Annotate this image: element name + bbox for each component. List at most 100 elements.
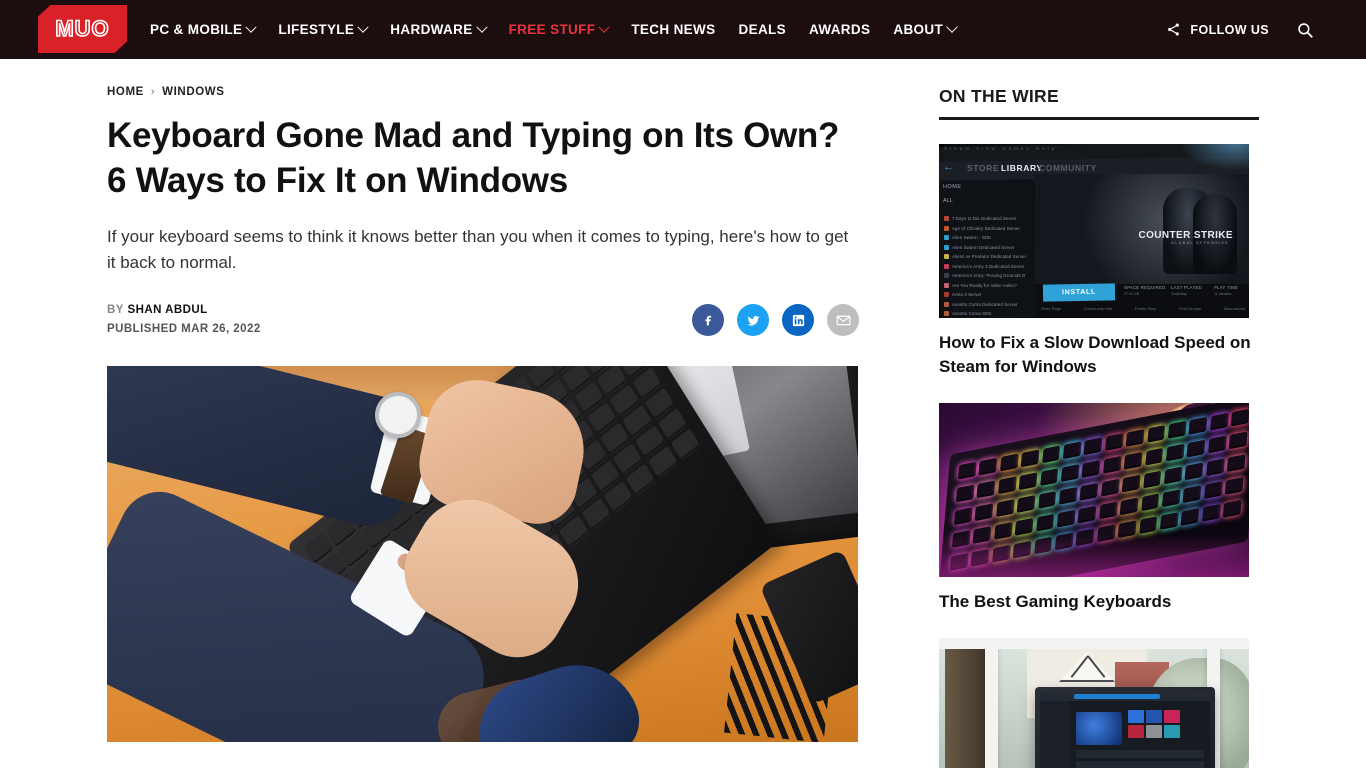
sidebar-thumbnail-laptop[interactable] [939,638,1249,768]
breadcrumb-home[interactable]: HOME [107,86,144,98]
by-label: BY [107,304,124,316]
article-column: HOME › WINDOWS Keyboard Gone Mad and Typ… [107,86,859,768]
steam-game-row: Age of Chivalry Dedicated Server [944,224,1036,234]
follow-us-label: FOLLOW US [1190,22,1269,37]
linkedin-icon [792,314,804,326]
keycap [1041,445,1061,464]
share-facebook-button[interactable] [692,304,724,336]
nav-item-about[interactable]: ABOUT [893,21,958,37]
tree-trunk [945,638,989,768]
published-date: PUBLISHED MAR 26, 2022 [107,323,261,335]
keycap [1209,412,1229,431]
keycap [1222,499,1242,518]
nav-item-deals[interactable]: DEALS [738,22,786,37]
keycap [1207,435,1227,454]
keycap [1102,455,1122,474]
steam-tab-store: STORE [967,163,1000,173]
sidebar-thumbnail-keyboard[interactable] [939,403,1249,577]
game-icon [944,254,949,260]
steam-game-row: Are You Ready for Valve Index? [944,281,1036,291]
nav-item-hardware[interactable]: HARDWARE [390,21,488,37]
list-item[interactable]: Steam View Games Help ← STORE LIBRARY CO… [939,144,1259,379]
nav-label: TECH NEWS [631,22,716,37]
keycap [1184,462,1204,481]
steam-game-subtitle: GLOBAL OFFENSIVE [1170,241,1229,245]
sidebar-thumbnail-steam[interactable]: Steam View Games Help ← STORE LIBRARY CO… [939,144,1249,318]
keycap [1228,431,1248,450]
game-name: Alien Swarm Dedicated Server [952,244,1015,250]
steam-stat-value-played: Yesterday [1171,292,1187,296]
keycap [1081,459,1101,478]
keycap [1159,512,1179,530]
twitter-icon [746,315,760,326]
game-name: 7 Days to Die Dedicated Server [952,216,1017,222]
share-email-button[interactable] [827,304,859,336]
laptop-screen [1040,692,1210,768]
keycap [953,507,973,526]
game-name: America's Army: Proving Grounds D [952,273,1026,279]
game-icon [944,292,949,298]
settings-rows [1076,750,1204,768]
keycap [1083,437,1103,456]
game-icon [944,225,949,231]
search-icon [1298,22,1313,38]
email-icon [836,315,850,325]
article-dek: If your keyboard seems to think it knows… [107,227,849,272]
nav-item-free-stuff[interactable]: FREE STUFF [509,21,610,37]
steam-footer-link: Store Page [1041,306,1062,311]
nav-item-tech-news[interactable]: TECH NEWS [631,22,715,37]
steam-game-row: Aliens vs Predator Dedicated Server [944,252,1036,262]
steam-stat-label-played: LAST PLAYED [1171,285,1203,290]
keycap [1138,516,1158,535]
nav-item-pc-and-mobile[interactable]: PC & MOBILE [150,21,258,37]
keycap [1230,408,1249,427]
game-name: Age of Chivalry Dedicated Server [952,225,1021,231]
follow-us-button[interactable]: FOLLOW US [1166,22,1269,37]
share-twitter-button[interactable] [737,304,769,336]
steam-footer-link: Community Hub [1083,306,1113,311]
site-logo[interactable]: MUO [38,5,127,53]
keycap [1201,503,1221,522]
steam-game-title: COUNTER STRIKE [1138,230,1233,241]
steam-stat-label-playtime: PLAY TIME [1214,285,1239,290]
keycap [1100,478,1120,497]
nav-label: AWARDS [809,22,871,37]
chevron-down-icon [357,21,369,33]
list-item[interactable] [939,638,1259,768]
keycap [1056,509,1076,528]
steam-stat-value-space: 27.02 GB [1124,292,1140,296]
keycap [1098,501,1118,520]
nav-item-lifestyle[interactable]: LIFESTYLE [278,21,369,37]
chevron-down-icon [946,21,958,33]
list-item[interactable]: The Best Gaming Keyboards [939,403,1259,614]
laptop-device [1035,687,1215,768]
steam-game-list: 7 Days to Die Dedicated Server Age of Chi… [944,214,1036,318]
keycap [957,461,977,480]
keycap [1104,433,1124,452]
game-icon [944,263,949,269]
keycap [1163,466,1183,485]
steam-game-row: America's Army 3 Dedicated Server [944,262,1036,272]
main-navigation: PC & MOBILE LIFESTYLE HARDWARE FREE STUF… [150,0,958,59]
share-linkedin-button[interactable] [782,304,814,336]
keycap [1035,513,1055,532]
game-icon [944,273,949,279]
keycap [955,484,975,503]
steam-footer-link: Find Groups [1179,306,1202,311]
gable-timber [1067,656,1107,680]
keycap [1165,443,1185,462]
wallpaper-preview [1076,712,1122,745]
search-button[interactable] [1296,21,1314,39]
screen-glare [1179,144,1249,170]
breadcrumb-windows[interactable]: WINDOWS [162,86,224,98]
keycap [1060,464,1080,482]
keycap [1180,507,1200,526]
sidebar-item-title: How to Fix a Slow Download Speed on Stea… [939,333,1251,376]
keycap [976,480,996,499]
window-mullion-left [985,638,998,768]
steam-game-row: Alien Swarm Dedicated Server [944,243,1036,253]
keycap [1182,485,1202,504]
nav-item-awards[interactable]: AWARDS [809,22,870,37]
author-link[interactable]: SHAN ABDUL [128,304,208,316]
keycap [1014,517,1034,536]
